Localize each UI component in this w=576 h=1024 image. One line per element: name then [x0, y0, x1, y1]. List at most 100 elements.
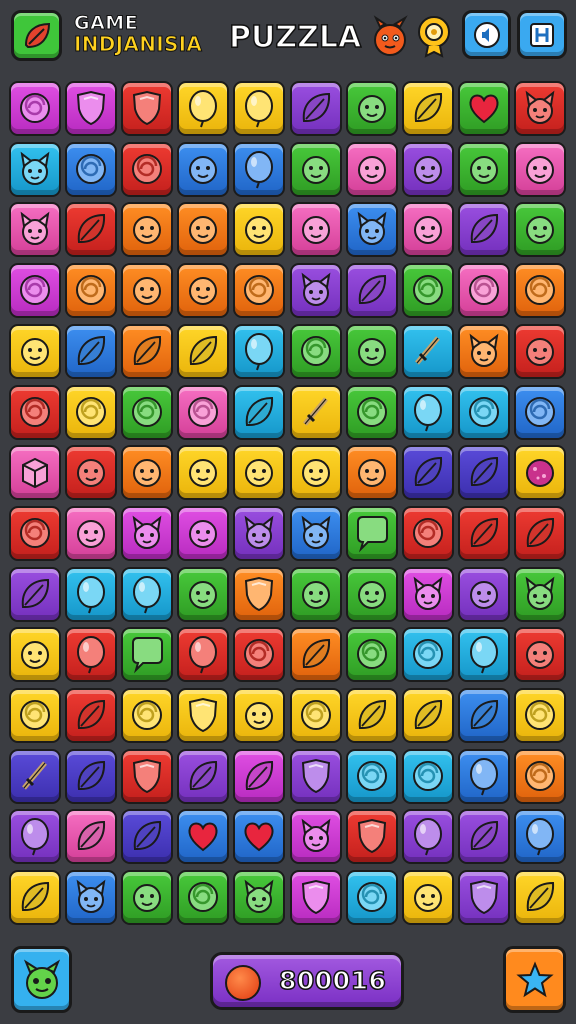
tile-heart[interactable] — [458, 81, 510, 136]
tile-swirl[interactable] — [514, 385, 566, 440]
tile-leaf[interactable] — [402, 688, 454, 743]
tile-leaf[interactable] — [9, 870, 61, 925]
tile-bubble[interactable] — [346, 506, 398, 561]
tile-leaf[interactable] — [233, 749, 285, 804]
tile-leaf[interactable] — [514, 870, 566, 925]
tile-leaf[interactable] — [458, 202, 510, 257]
tile-box[interactable] — [9, 445, 61, 500]
tile-balloon[interactable] — [177, 627, 229, 682]
tile-cat[interactable] — [514, 567, 566, 622]
tile-leaf[interactable] — [121, 809, 173, 864]
tile-swirl[interactable] — [177, 870, 229, 925]
tile-swirl[interactable] — [65, 385, 117, 440]
tile-face[interactable] — [121, 202, 173, 257]
tile-face[interactable] — [290, 202, 342, 257]
menu-button[interactable] — [11, 10, 62, 61]
tile-leaf[interactable] — [9, 567, 61, 622]
tile-balloon[interactable] — [514, 809, 566, 864]
tile-swirl[interactable] — [65, 142, 117, 197]
tile-face[interactable] — [177, 142, 229, 197]
tile-face[interactable] — [121, 870, 173, 925]
tile-face[interactable] — [346, 324, 398, 379]
tile-face[interactable] — [233, 445, 285, 500]
tile-face[interactable] — [402, 870, 454, 925]
tile-leaf[interactable] — [458, 445, 510, 500]
tile-cat[interactable] — [233, 870, 285, 925]
tile-leaf[interactable] — [65, 809, 117, 864]
tile-face[interactable] — [458, 567, 510, 622]
tile-swirl[interactable] — [346, 627, 398, 682]
tile-swirl[interactable] — [233, 263, 285, 318]
tile-face[interactable] — [346, 142, 398, 197]
tile-swirl[interactable] — [402, 749, 454, 804]
tile-cat[interactable] — [346, 202, 398, 257]
tile-swirl[interactable] — [458, 263, 510, 318]
tile-swirl[interactable] — [9, 688, 61, 743]
tile-face[interactable] — [290, 567, 342, 622]
tile-face[interactable] — [514, 202, 566, 257]
tile-cat[interactable] — [290, 263, 342, 318]
tile-face[interactable] — [121, 263, 173, 318]
tile-swirl[interactable] — [402, 263, 454, 318]
tile-face[interactable] — [402, 142, 454, 197]
tile-swirl[interactable] — [290, 324, 342, 379]
tile-swirl[interactable] — [402, 506, 454, 561]
tile-leaf[interactable] — [65, 749, 117, 804]
tile-balloon[interactable] — [402, 809, 454, 864]
tile-swirl[interactable] — [402, 627, 454, 682]
tile-shield[interactable] — [233, 567, 285, 622]
tile-blob[interactable] — [514, 445, 566, 500]
tile-swirl[interactable] — [121, 142, 173, 197]
settings-button[interactable] — [517, 10, 567, 59]
tile-shield[interactable] — [290, 749, 342, 804]
tile-swirl[interactable] — [9, 506, 61, 561]
tile-face[interactable] — [346, 445, 398, 500]
tile-swirl[interactable] — [9, 81, 61, 136]
tile-heart[interactable] — [233, 809, 285, 864]
tile-leaf[interactable] — [458, 809, 510, 864]
tile-balloon[interactable] — [233, 324, 285, 379]
tile-cat[interactable] — [514, 81, 566, 136]
tile-face[interactable] — [514, 324, 566, 379]
tile-face[interactable] — [290, 445, 342, 500]
tile-swirl[interactable] — [177, 385, 229, 440]
tile-swirl[interactable] — [514, 749, 566, 804]
tile-leaf[interactable] — [65, 324, 117, 379]
tile-leaf[interactable] — [402, 81, 454, 136]
tile-leaf[interactable] — [402, 445, 454, 500]
tile-face[interactable] — [458, 142, 510, 197]
tile-leaf[interactable] — [346, 263, 398, 318]
tile-swirl[interactable] — [346, 385, 398, 440]
tile-balloon[interactable] — [65, 627, 117, 682]
tile-leaf[interactable] — [121, 324, 173, 379]
tile-face[interactable] — [177, 506, 229, 561]
tile-shield[interactable] — [458, 870, 510, 925]
tile-face[interactable] — [514, 142, 566, 197]
tile-swirl[interactable] — [346, 870, 398, 925]
tile-cat[interactable] — [9, 202, 61, 257]
tile-shield[interactable] — [121, 749, 173, 804]
tile-face[interactable] — [514, 627, 566, 682]
tile-balloon[interactable] — [65, 567, 117, 622]
tile-leaf[interactable] — [290, 627, 342, 682]
tile-shield[interactable] — [290, 870, 342, 925]
character-button[interactable] — [11, 946, 72, 1013]
tile-leaf[interactable] — [65, 202, 117, 257]
tile-leaf[interactable] — [177, 324, 229, 379]
tile-cat[interactable] — [290, 506, 342, 561]
tile-face[interactable] — [9, 324, 61, 379]
tile-swirl[interactable] — [121, 385, 173, 440]
tile-sword[interactable] — [290, 385, 342, 440]
tile-swirl[interactable] — [514, 263, 566, 318]
tile-balloon[interactable] — [402, 385, 454, 440]
tile-balloon[interactable] — [233, 81, 285, 136]
tile-face[interactable] — [121, 445, 173, 500]
tile-shield[interactable] — [65, 81, 117, 136]
tile-leaf[interactable] — [177, 749, 229, 804]
tile-cat[interactable] — [121, 506, 173, 561]
tile-swirl[interactable] — [65, 263, 117, 318]
tile-leaf[interactable] — [514, 506, 566, 561]
tile-shield[interactable] — [121, 81, 173, 136]
tile-face[interactable] — [65, 506, 117, 561]
tile-balloon[interactable] — [121, 567, 173, 622]
